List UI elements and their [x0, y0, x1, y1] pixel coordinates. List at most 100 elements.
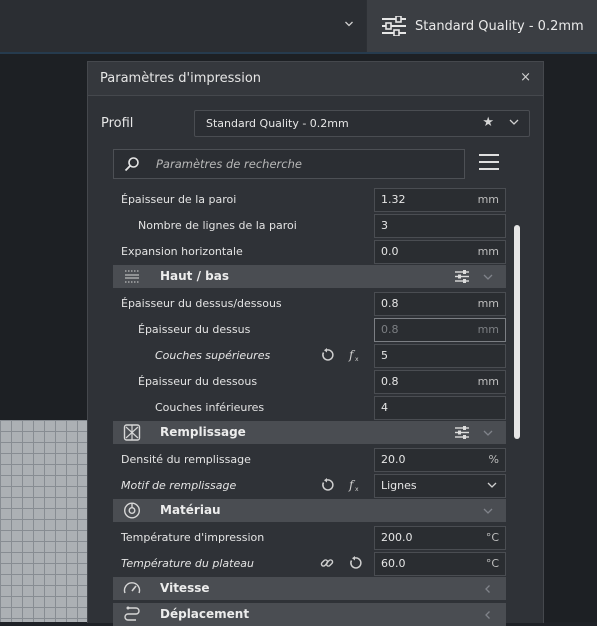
field-value: 4	[381, 401, 388, 414]
setting-label: Motif de remplissage	[121, 479, 237, 492]
setting-field[interactable]: 0.0 mm	[374, 240, 506, 264]
profile-dropdown[interactable]: Standard Quality - 0.2mm ★	[194, 110, 530, 137]
category-remplissage[interactable]: Remplissage	[113, 421, 506, 444]
setting-row: Épaisseur du dessous 0.8 mm	[113, 370, 506, 394]
category-label: Vitesse	[160, 581, 210, 595]
reset-icon[interactable]	[348, 556, 362, 570]
viewport-edge	[0, 52, 597, 54]
category-label: Matériau	[160, 503, 221, 517]
field-value: 3	[381, 219, 388, 232]
setting-row: Motif de remplissage fx Lignes	[113, 474, 506, 498]
profile-value: Standard Quality - 0.2mm	[206, 117, 349, 130]
setting-row: Couches inférieures 4	[113, 396, 506, 420]
top-bar: Standard Quality - 0.2mm	[0, 0, 597, 52]
category-label: Haut / bas	[160, 269, 229, 283]
field-value: 0.8	[381, 323, 399, 336]
setting-field[interactable]: 0.8 mm	[374, 318, 506, 342]
speedometer-icon	[123, 582, 141, 594]
field-unit: mm	[477, 245, 499, 258]
function-icon[interactable]: fx	[348, 348, 362, 362]
star-icon[interactable]: ★	[482, 115, 494, 130]
search-input[interactable]: Paramètres de recherche	[113, 149, 465, 179]
category-vitesse[interactable]: Vitesse	[113, 577, 506, 600]
link-icon[interactable]	[320, 556, 334, 570]
field-unit: °C	[485, 557, 499, 570]
setting-row: Expansion horizontale 0.0 mm	[113, 240, 506, 264]
reset-icon[interactable]	[320, 478, 334, 492]
setting-row: Température d'impression 200.0 °C	[113, 526, 506, 550]
print-settings-panel: Paramètres d'impression × Profil Standar…	[87, 61, 544, 626]
chevron-down-icon	[483, 430, 493, 436]
setting-label: Température du plateau	[121, 557, 254, 570]
setting-label: Température d'impression	[121, 531, 265, 544]
setting-row: Épaisseur du dessus/dessous 0.8 mm	[113, 292, 506, 316]
field-value: 5	[381, 349, 388, 362]
panel-title: Paramètres d'impression	[100, 71, 262, 86]
setting-row: Épaisseur de la paroi 1.32 mm	[113, 188, 506, 212]
build-plate-grid	[0, 420, 90, 622]
field-unit: mm	[477, 323, 499, 336]
setting-field[interactable]: 3	[374, 214, 506, 238]
setting-label: Épaisseur du dessous	[138, 375, 258, 388]
field-value: 0.8	[381, 375, 399, 388]
field-unit: mm	[477, 193, 499, 206]
chevron-down-icon	[483, 274, 493, 280]
field-value: 0.0	[381, 245, 399, 258]
setting-label: Épaisseur du dessus/dessous	[121, 297, 282, 310]
field-value: 60.0	[381, 557, 406, 570]
setting-label: Couches supérieures	[155, 349, 271, 362]
setting-row: Couches supérieures fx 5	[113, 344, 506, 368]
setting-label: Nombre de lignes de la paroi	[138, 219, 297, 232]
panel-header: Paramètres d'impression ×	[88, 62, 543, 96]
setting-label: Couches inférieures	[155, 401, 265, 414]
scrollbar[interactable]	[514, 225, 520, 439]
infill-pattern-select[interactable]: Lignes	[374, 474, 506, 498]
setting-field[interactable]: 1.32 mm	[374, 188, 506, 212]
setting-row: Nombre de lignes de la paroi 3	[113, 214, 506, 238]
chevron-left-icon	[485, 585, 490, 593]
field-unit: °C	[485, 531, 499, 544]
spool-icon	[123, 502, 141, 519]
function-icon[interactable]: fx	[348, 478, 362, 492]
setting-field[interactable]: 5	[374, 344, 506, 368]
setting-field[interactable]: 4	[374, 396, 506, 420]
profile-button-label: Standard Quality - 0.2mm	[415, 18, 584, 34]
travel-icon	[124, 606, 140, 621]
setting-row: Épaisseur du dessus 0.8 mm	[113, 318, 506, 342]
printer-selector[interactable]	[0, 0, 366, 52]
category-materiau[interactable]: Matériau	[113, 499, 506, 522]
field-value: 20.0	[381, 453, 406, 466]
chevron-down-icon	[483, 508, 493, 514]
chevron-down-icon	[345, 21, 353, 27]
infill-icon	[123, 424, 141, 441]
field-value: Lignes	[381, 479, 417, 492]
field-unit: %	[488, 453, 499, 466]
print-settings-button[interactable]: Standard Quality - 0.2mm	[367, 0, 597, 52]
setting-field[interactable]: 0.8 mm	[374, 292, 506, 316]
settings-menu-button[interactable]	[479, 154, 499, 172]
reset-icon[interactable]	[320, 348, 334, 362]
profile-row: Profil Standard Quality - 0.2mm ★	[88, 109, 543, 137]
setting-row: Densité du remplissage 20.0%	[113, 448, 506, 472]
field-value: 200.0	[381, 531, 413, 544]
field-unit: mm	[477, 375, 499, 388]
category-haut-bas[interactable]: Haut / bas	[113, 265, 506, 288]
category-label: Remplissage	[160, 425, 246, 439]
field-value: 1.32	[381, 193, 406, 206]
setting-row: Température du plateau 60.0 °C	[113, 552, 506, 576]
category-deplacement[interactable]: Déplacement	[113, 603, 506, 626]
setting-field[interactable]: 60.0 °C	[374, 552, 506, 576]
setting-label: Épaisseur de la paroi	[121, 193, 237, 206]
setting-field[interactable]: 200.0 °C	[374, 526, 506, 550]
setting-label: Épaisseur du dessus	[138, 323, 251, 336]
settings-sliders-icon[interactable]	[455, 270, 469, 283]
setting-field[interactable]: 20.0%	[374, 448, 506, 472]
close-icon[interactable]: ×	[520, 70, 531, 85]
chevron-down-icon	[487, 482, 497, 488]
settings-sliders-icon[interactable]	[455, 426, 469, 439]
setting-label: Expansion horizontale	[121, 245, 243, 258]
layers-icon	[125, 270, 139, 283]
setting-field[interactable]: 0.8 mm	[374, 370, 506, 394]
setting-label: Densité du remplissage	[121, 453, 251, 466]
category-label: Déplacement	[160, 607, 250, 621]
